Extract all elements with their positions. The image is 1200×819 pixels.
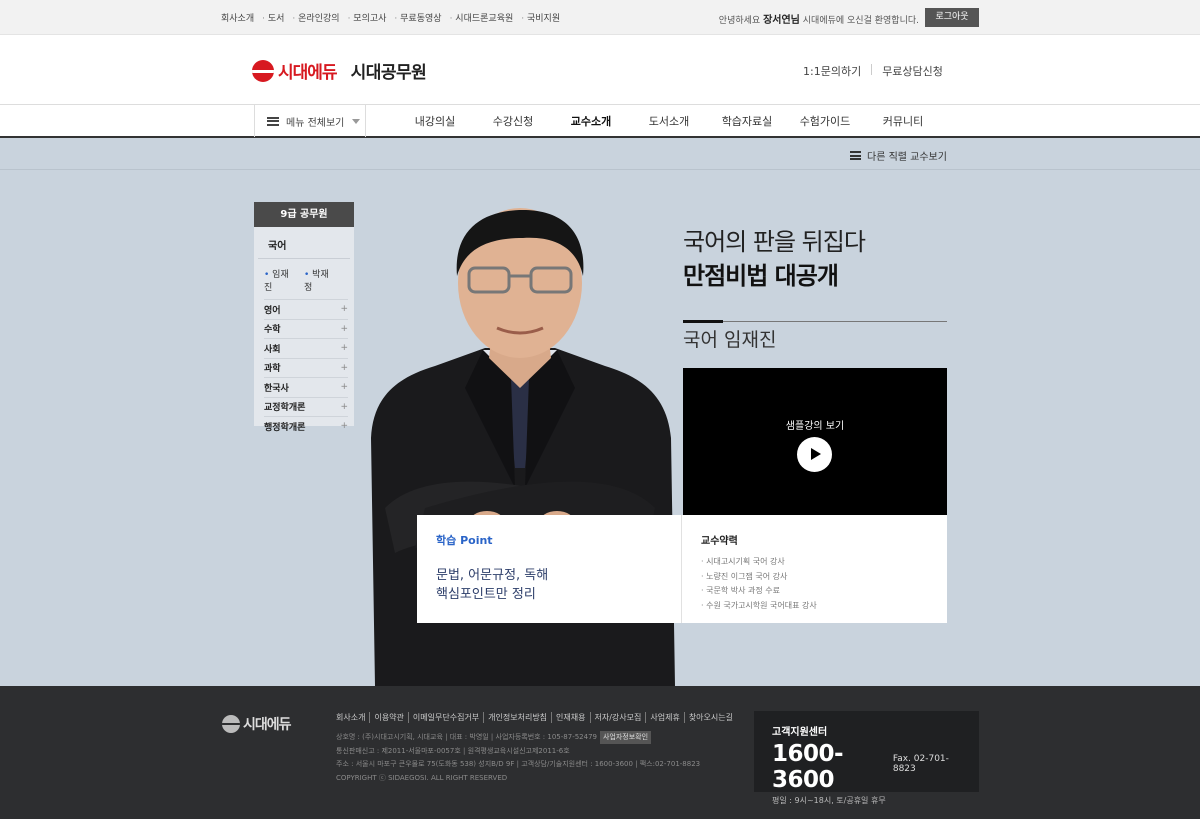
logo-name: 시대에듀 [278, 63, 338, 83]
footer-link-directions[interactable]: 찾아오시는길 [685, 712, 737, 723]
divider [871, 64, 873, 75]
main-nav: 메뉴 전체보기 내강의실 수강신청 교수소개 도서소개 학습자료실 수험가이드 … [0, 104, 1200, 138]
plus-icon: + [340, 304, 348, 315]
footer-link-partnership[interactable]: 사업제휴 [646, 712, 685, 723]
user-name: 장서연님 [763, 15, 800, 26]
nav-items: 내강의실 수강신청 교수소개 도서소개 학습자료실 수험가이드 커뮤니티 [396, 105, 942, 137]
sidebar-item-english[interactable]: 영어 + [264, 299, 348, 319]
plus-icon: + [340, 382, 348, 393]
nav-item-enroll[interactable]: 수강신청 [474, 113, 552, 129]
logo-subtitle: 시대공무원 [350, 63, 427, 83]
business-info-button[interactable]: 사업자정보확인 [599, 731, 652, 744]
top-link-drone[interactable]: 시대드론교육원 [450, 11, 513, 24]
sidebar-current-category[interactable]: 국어 [258, 227, 350, 259]
nav-item-my-classroom[interactable]: 내강의실 [396, 113, 474, 129]
plus-icon: + [340, 323, 348, 334]
learning-point-title: 학습 Point [436, 534, 493, 547]
top-links: 회사소개 도서 온라인강의 모의고사 무료동영상 시대드론교육원 국비지원 [221, 11, 568, 24]
free-consult-link[interactable]: 무료상담신청 [882, 63, 943, 79]
logout-button[interactable]: 로그아웃 [925, 8, 979, 27]
nav-item-exam-guide[interactable]: 수험가이드 [786, 113, 864, 129]
plus-icon: + [340, 343, 348, 354]
footer-link-careers[interactable]: 인재채용 [552, 712, 591, 723]
customer-center-box: 고객지원센터 1600-3600 Fax. 02-701-8823 평일 : 9… [754, 711, 979, 805]
sub-bar: 다른 직렬 교수보기 [0, 138, 1200, 170]
one-to-one-inquiry-link[interactable]: 1:1문의하기 [803, 63, 861, 79]
nav-item-professors[interactable]: 교수소개 [552, 113, 630, 129]
sidebar-professor-1[interactable]: 임재진 [264, 267, 296, 293]
greeting-text: 안녕하세요 장서연님 시대에듀에 오신걸 환영합니다. [718, 15, 919, 26]
other-professors-link[interactable]: 다른 직렬 교수보기 [850, 148, 947, 163]
top-link-gov-support[interactable]: 국비지원 [521, 11, 560, 24]
footer-link-email-policy[interactable]: 이메일무단수집거부 [409, 712, 485, 723]
footer-link-terms[interactable]: 이용약관 [370, 712, 409, 723]
learning-point-column: 학습 Point 문법, 어문규정, 독해 핵심포인트만 정리 [417, 515, 682, 623]
logo-mark-icon [252, 59, 274, 82]
cs-phone: 1600-3600 [772, 741, 844, 793]
top-link-online-lecture[interactable]: 온라인강의 [292, 11, 339, 24]
professor-title: 국어 임재진 [683, 329, 777, 351]
list-icon [850, 151, 861, 160]
sidebar-professor-2[interactable]: 박재정 [304, 267, 336, 293]
plus-icon: + [340, 401, 348, 412]
footer-link-author-recruit[interactable]: 저자/강사모집 [591, 712, 647, 723]
caret-down-icon [352, 118, 361, 124]
cs-title: 고객지원센터 [772, 727, 828, 738]
footer-link-company[interactable]: 회사소개 [336, 712, 371, 723]
play-icon[interactable] [797, 437, 832, 472]
footer-links: 회사소개 이용약관 이메일무단수집거부 개인정보처리방침 인재채용 저자/강사모… [336, 712, 737, 723]
top-link-mock-exam[interactable]: 모의고사 [348, 11, 386, 24]
top-link-books[interactable]: 도서 [262, 11, 285, 24]
top-link-free-video[interactable]: 무료동영상 [394, 11, 441, 24]
main-content: 다른 직렬 교수보기 9급 공무원 국어 임재진 박재정 영어+ 수학+ 사회+… [0, 138, 1200, 686]
cs-fax: Fax. 02-701-8823 [892, 754, 949, 774]
professor-info-box: 학습 Point 문법, 어문규정, 독해 핵심포인트만 정리 교수약력 시대고… [417, 515, 947, 623]
header-links: 1:1문의하기 무료상담신청 [803, 63, 943, 79]
site-header: 시대에듀 시대공무원 1:1문의하기 무료상담신청 [0, 35, 1200, 105]
hero-headline-1: 국어의 판을 뒤집다 [683, 228, 866, 256]
plus-icon: + [340, 362, 348, 373]
top-utility-bar: 회사소개 도서 온라인강의 모의고사 무료동영상 시대드론교육원 국비지원 안녕… [0, 0, 1200, 35]
footer-logo: 시대에듀 [222, 714, 292, 734]
career-item: 시대고시기획 국어 강사 [701, 555, 928, 570]
sidebar-title: 9급 공무원 [254, 202, 354, 227]
hero-headline-2: 만점비법 대공개 [683, 262, 839, 290]
logo-mark-icon [222, 715, 240, 733]
career-item: 수원 국가고시학원 국어대표 강사 [701, 599, 928, 614]
plus-icon: + [340, 421, 348, 432]
sidebar-professors: 임재진 박재정 [254, 259, 354, 299]
site-footer: 시대에듀 회사소개 이용약관 이메일무단수집거부 개인정보처리방침 인재채용 저… [0, 686, 1200, 819]
menu-all-button[interactable]: 메뉴 전체보기 [254, 105, 366, 137]
sidebar-item-math[interactable]: 수학 + [264, 318, 348, 339]
company-info: 상호명 : (주)시대고시기획, 시대교육 | 대표 : 박영일 | 사업자등록… [336, 731, 700, 785]
copyright: COPYRIGHT ⓒ SIDAEGOSI. ALL RIGHT RESERVE… [336, 773, 508, 782]
career-title: 교수약력 [701, 536, 738, 547]
menu-all-label: 메뉴 전체보기 [286, 117, 345, 129]
divider [683, 320, 947, 323]
sidebar-item-public-admin[interactable]: 행정학개론 + [264, 416, 348, 436]
career-item: 노량진 이그잼 국어 강사 [701, 570, 928, 585]
sidebar-item-corrections[interactable]: 교정학개론 + [264, 396, 348, 417]
nav-item-books[interactable]: 도서소개 [630, 113, 708, 129]
sidebar-item-social[interactable]: 사회 + [264, 338, 348, 358]
footer-link-privacy[interactable]: 개인정보처리방침 [484, 712, 553, 723]
cs-hours: 평일 : 9시~18시, 토/공휴일 휴무 [772, 796, 886, 805]
hamburger-icon [267, 116, 279, 126]
top-link-company[interactable]: 회사소개 [221, 11, 254, 24]
career-column: 교수약력 시대고시기획 국어 강사 노량진 이그잼 국어 강사 국문학 박사 과… [682, 515, 947, 623]
site-logo[interactable]: 시대에듀 시대공무원 [252, 58, 427, 83]
nav-item-materials[interactable]: 학습자료실 [708, 113, 786, 129]
learning-point-text: 문법, 어문규정, 독해 핵심포인트만 정리 [436, 568, 549, 602]
video-label: 샘플강의 보기 [785, 421, 845, 432]
category-sidebar: 9급 공무원 국어 임재진 박재정 영어+ 수학+ 사회+ 과학+ 한국사+ 교… [254, 202, 354, 433]
sidebar-item-science[interactable]: 과학 + [264, 357, 348, 378]
sample-video-player[interactable]: 샘플강의 보기 [683, 368, 947, 515]
sidebar-item-korean-history[interactable]: 한국사 + [264, 377, 348, 397]
career-item: 국문학 박사 과정 수료 [701, 584, 928, 599]
nav-item-community[interactable]: 커뮤니티 [864, 113, 942, 129]
